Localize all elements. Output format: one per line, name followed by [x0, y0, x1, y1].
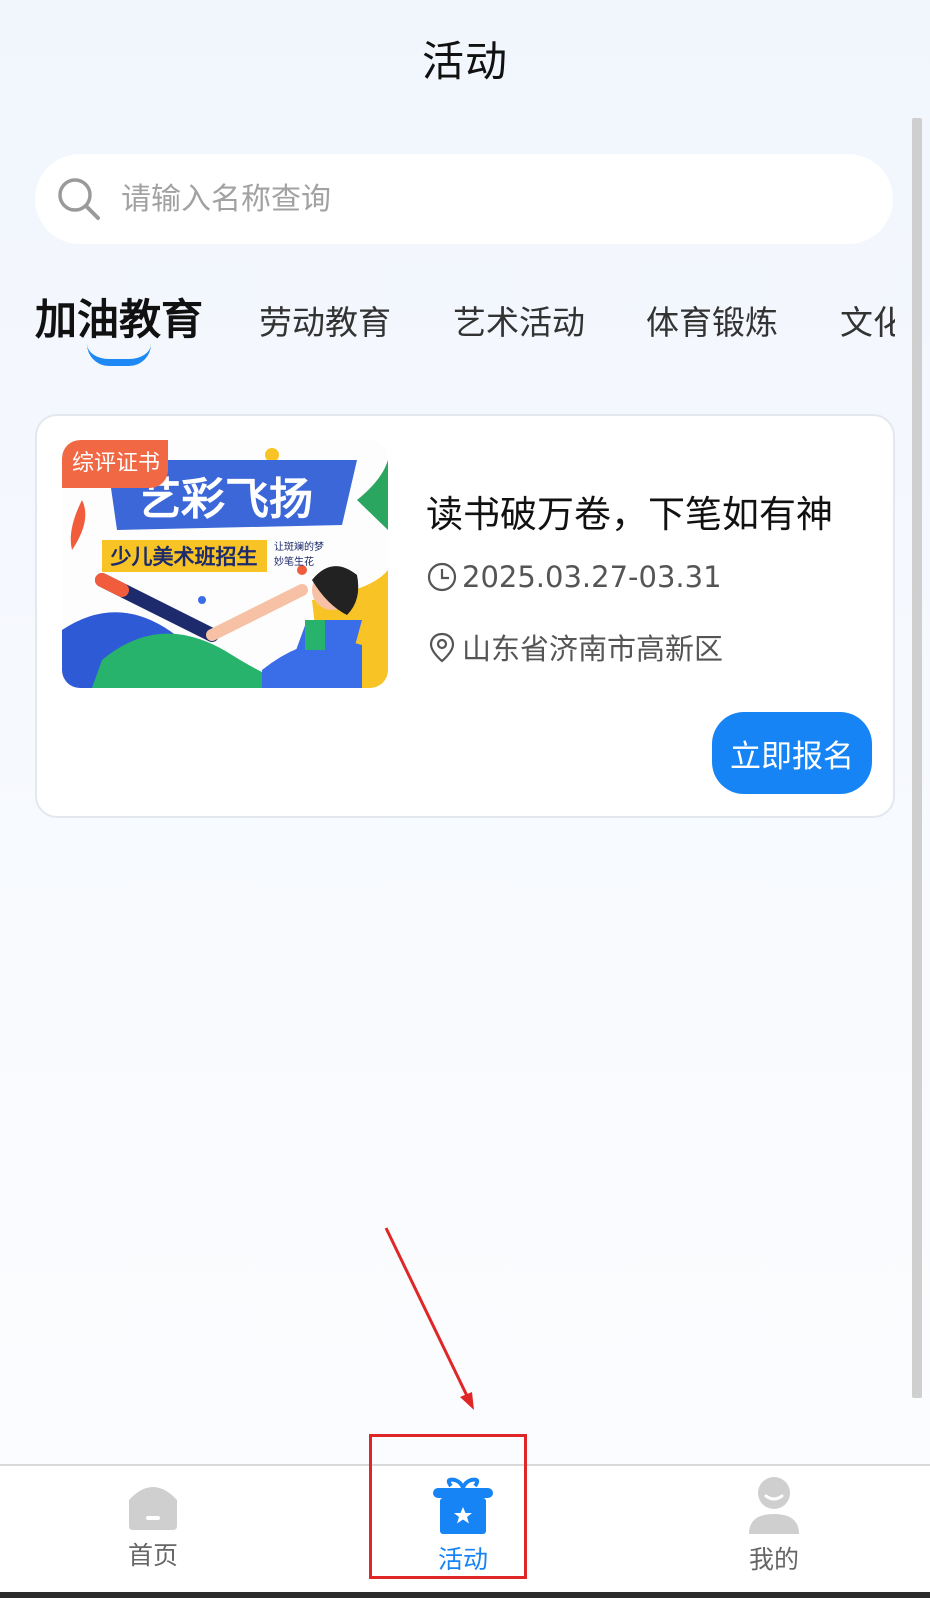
poster-banner: 少儿美术班招生: [110, 545, 258, 569]
activity-date-text: 2025.03.27-03.31: [462, 560, 722, 594]
location-pin-icon: [429, 632, 455, 663]
signup-button[interactable]: 立即报名: [712, 712, 872, 794]
bottom-edge: [0, 1592, 930, 1598]
search-icon: [58, 178, 100, 220]
clock-icon: [427, 562, 457, 592]
tabbar-activity-label: 活动: [437, 1545, 488, 1574]
home-icon: [129, 1487, 177, 1530]
tabbar-profile[interactable]: 我的: [684, 1476, 864, 1586]
tabbar-activity[interactable]: 活动: [373, 1476, 553, 1586]
category-tabs: 加油教育 劳动教育 艺术活动 体育锻炼 文化: [35, 282, 895, 372]
tabbar-profile-label: 我的: [748, 1545, 799, 1574]
activity-gift-icon: [433, 1477, 493, 1534]
search-bar[interactable]: [35, 154, 893, 244]
scrollbar[interactable]: [912, 118, 922, 1398]
tabbar-home[interactable]: 首页: [63, 1476, 243, 1586]
activity-location: 山东省济南市高新区: [426, 626, 723, 668]
activity-title: 读书破万卷，下笔如有神: [426, 493, 833, 536]
activity-date: 2025.03.27-03.31: [426, 560, 722, 594]
tab-art-activities[interactable]: 艺术活动: [453, 296, 585, 344]
page-title: 活动: [421, 37, 508, 86]
tabbar-home-label: 首页: [127, 1541, 178, 1570]
profile-icon: [749, 1477, 799, 1534]
bottom-tab-bar: 首页 活动 我的: [0, 1464, 930, 1598]
search-input[interactable]: [121, 181, 821, 217]
tab-labor-education[interactable]: 劳动教育: [259, 296, 391, 344]
tab-jiayou-education[interactable]: 加油教育: [35, 286, 203, 347]
tab-sports-exercise[interactable]: 体育锻炼: [646, 296, 778, 344]
activity-card[interactable]: 艺彩飞扬 少儿美术班招生 让斑斓的梦 妙笔生花 综评证书 读书破万卷，下笔如有神…: [35, 414, 895, 818]
poster-slogan-2: 妙笔生花: [274, 555, 314, 568]
activity-poster: 艺彩飞扬 少儿美术班招生 让斑斓的梦 妙笔生花 综评证书: [62, 440, 388, 688]
tab-culture[interactable]: 文化: [840, 296, 895, 344]
activity-location-text: 山东省济南市高新区: [462, 632, 724, 666]
active-tab-indicator: [87, 344, 151, 366]
poster-slogan-1: 让斑斓的梦: [274, 540, 324, 553]
certificate-tag: 综评证书: [62, 440, 169, 488]
